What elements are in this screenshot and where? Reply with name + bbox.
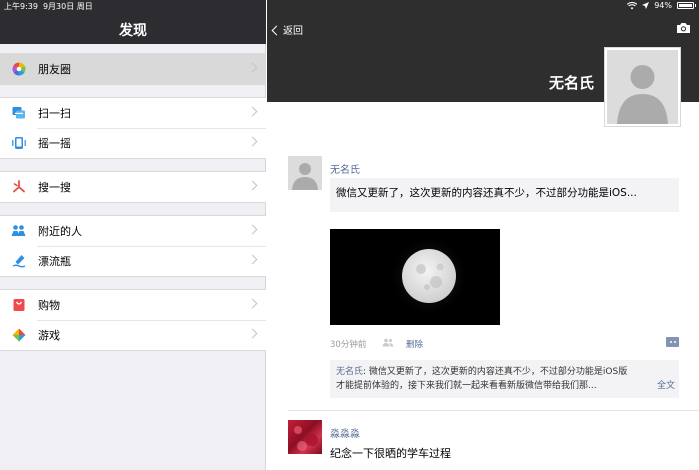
chevron-right-icon	[247, 254, 258, 265]
menu-item-shopping[interactable]: 购物	[0, 290, 266, 320]
battery-icon	[677, 2, 696, 9]
status-bar: 上午9:39 9月30日 周日 94%	[0, 0, 699, 13]
menu-group-nearby: 附近的人 漂流瓶	[0, 215, 266, 277]
chevron-right-icon	[247, 62, 258, 73]
moon-image	[330, 229, 500, 325]
post-author-name[interactable]: 无名氏	[330, 161, 360, 176]
menu-item-games[interactable]: 游戏	[0, 320, 266, 350]
drift-bottle-icon	[11, 254, 26, 269]
menu-group-scan: 扫一扫 摇一摇	[0, 97, 266, 159]
chevron-right-icon	[247, 328, 258, 339]
menu-label: 购物	[38, 299, 60, 312]
menu-item-shake[interactable]: 摇一摇	[0, 128, 266, 158]
shared-author-name[interactable]: 无名氏	[336, 367, 363, 377]
shopping-icon	[11, 298, 26, 313]
friends-privacy-icon[interactable]	[382, 338, 394, 347]
scan-icon	[11, 106, 26, 121]
camera-icon[interactable]	[676, 22, 691, 34]
post-author-avatar[interactable]	[288, 156, 322, 190]
menu-item-search[interactable]: 搜一搜	[0, 172, 266, 202]
menu-item-scan[interactable]: 扫一扫	[0, 98, 266, 128]
chevron-left-icon	[271, 25, 282, 35]
menu-label: 游戏	[38, 329, 60, 342]
chevron-right-icon	[247, 224, 258, 235]
menu-group-search: 搜一搜	[0, 171, 266, 203]
post-divider	[288, 410, 699, 411]
chevron-right-icon	[247, 136, 258, 147]
shared-text-line-1: : 微信又更新了，这次更新的内容还真不少，不过部分功能是iOS版	[363, 367, 628, 377]
games-icon	[11, 328, 26, 343]
post-meta: 30分钟前 删除	[330, 336, 679, 350]
avatar-image	[294, 426, 318, 451]
menu-group-shopping: 购物 游戏	[0, 289, 266, 351]
moments-panel: 返回 无名氏 无名氏 微信又更新了，这次更新的内容还真不少，不过部分功能是iOS…	[267, 0, 699, 470]
shared-article-line-1: 无名氏: 微信又更新了，这次更新的内容还真不少，不过部分功能是iOS版	[336, 365, 673, 379]
menu-item-moments[interactable]: 朋友圈	[0, 54, 266, 84]
menu-group-moments: 朋友圈	[0, 53, 266, 85]
post2-author-avatar[interactable]	[288, 420, 322, 454]
battery-percent: 94%	[654, 1, 672, 10]
full-text-link[interactable]: 全文	[652, 379, 675, 393]
post-text[interactable]: 微信又更新了，这次更新的内容还真不少，不过部分功能是iOS...	[330, 178, 679, 212]
default-avatar-icon	[617, 65, 668, 124]
menu-item-people-nearby[interactable]: 附近的人	[0, 216, 266, 246]
owner-avatar[interactable]	[604, 47, 681, 127]
search-icon	[11, 180, 26, 195]
shake-icon	[11, 136, 26, 151]
menu-item-drift-bottle[interactable]: 漂流瓶	[0, 246, 266, 276]
location-icon	[642, 2, 650, 9]
chevron-right-icon	[247, 180, 258, 191]
post2-text[interactable]: 纪念一下很晒的学车过程	[330, 445, 451, 461]
status-time: 上午9:39	[4, 2, 38, 11]
menu-label: 扫一扫	[38, 107, 71, 120]
comment-menu-icon[interactable]	[666, 337, 679, 347]
post2-author-name[interactable]: 淼淼淼	[330, 425, 360, 440]
people-nearby-icon	[11, 224, 26, 239]
post-image-moon[interactable]	[330, 229, 500, 325]
menu-label: 摇一摇	[38, 137, 71, 150]
discover-panel: 发现 朋友圈 扫一扫 摇一摇 搜一搜 附近的人 漂流瓶 购物 游戏	[0, 0, 266, 470]
back-label: 返回	[283, 26, 303, 37]
post-time: 30分钟前	[330, 340, 367, 350]
chevron-right-icon	[247, 298, 258, 309]
default-avatar-icon	[292, 163, 318, 190]
chevron-right-icon	[247, 106, 258, 117]
menu-label: 附近的人	[38, 225, 82, 238]
menu-label: 朋友圈	[38, 63, 71, 76]
page-title: 发现	[119, 23, 147, 39]
wifi-icon	[627, 1, 638, 9]
menu-label: 搜一搜	[38, 181, 71, 194]
owner-name: 无名氏	[548, 74, 594, 92]
back-button[interactable]: 返回	[271, 22, 303, 37]
shared-article[interactable]: 无名氏: 微信又更新了，这次更新的内容还真不少，不过部分功能是iOS版 才能提前…	[330, 360, 679, 398]
status-date: 9月30日 周日	[42, 2, 93, 11]
moments-icon	[11, 62, 26, 77]
shared-text-line-2: 才能提前体验的，接下来我们就一起来看看新版微信带给我们那...	[336, 381, 597, 391]
delete-post-button[interactable]: 删除	[406, 338, 423, 350]
menu-label: 漂流瓶	[38, 255, 71, 268]
